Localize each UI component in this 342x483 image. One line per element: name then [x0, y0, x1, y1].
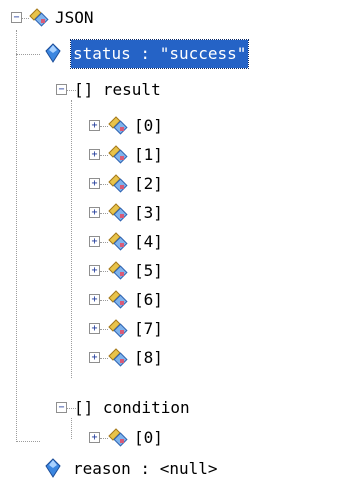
- tree-node-result-item[interactable]: + [2]: [0, 170, 342, 198]
- tree-label-condition-0[interactable]: [0]: [132, 424, 165, 452]
- object-node-icon: [108, 232, 128, 251]
- expand-toggle-result-4[interactable]: +: [89, 236, 100, 247]
- tree-node-result-item[interactable]: + [8]: [0, 344, 342, 372]
- object-node-icon: [108, 145, 128, 164]
- tree-label-root[interactable]: JSON: [53, 4, 96, 32]
- tree-node-result-item[interactable]: + [3]: [0, 199, 342, 227]
- tree-node-result-item[interactable]: + [0]: [0, 112, 342, 140]
- collapse-toggle-root[interactable]: −: [11, 12, 22, 23]
- tree-node-reason[interactable]: reason : <null>: [0, 455, 342, 483]
- expand-toggle-result-8[interactable]: +: [89, 352, 100, 363]
- expand-toggle-result-7[interactable]: +: [89, 323, 100, 334]
- object-node-icon: [108, 174, 128, 193]
- tree-node-root[interactable]: − JSON: [0, 4, 342, 32]
- tree-node-result-item[interactable]: + [5]: [0, 257, 342, 285]
- tree-label-result-6[interactable]: [6]: [132, 286, 165, 314]
- object-node-icon: [108, 348, 128, 367]
- tree-label-result-2[interactable]: [2]: [132, 170, 165, 198]
- tree-label-result-0[interactable]: [0]: [132, 112, 165, 140]
- expand-toggle-result-0[interactable]: +: [89, 120, 100, 131]
- tree-node-result-item[interactable]: + [1]: [0, 141, 342, 169]
- tree-label-result[interactable]: [] result: [72, 76, 163, 104]
- tree-node-result-item[interactable]: + [4]: [0, 228, 342, 256]
- tree-label-result-7[interactable]: [7]: [132, 315, 165, 343]
- object-node-icon: [29, 8, 49, 27]
- collapse-toggle-condition[interactable]: −: [56, 402, 67, 413]
- object-node-icon: [108, 261, 128, 280]
- tree-label-result-1[interactable]: [1]: [132, 141, 165, 169]
- expand-toggle-condition-0[interactable]: +: [89, 432, 100, 443]
- tree-node-status[interactable]: status : "success": [0, 39, 342, 69]
- property-value-icon: [45, 458, 61, 478]
- tree-label-result-8[interactable]: [8]: [132, 344, 165, 372]
- expand-toggle-result-6[interactable]: +: [89, 294, 100, 305]
- json-tree-view: − JSON status : "success" − [] result + …: [0, 0, 342, 483]
- tree-label-reason[interactable]: reason : <null>: [71, 455, 220, 483]
- expand-toggle-result-1[interactable]: +: [89, 149, 100, 160]
- tree-label-result-5[interactable]: [5]: [132, 257, 165, 285]
- tree-label-result-3[interactable]: [3]: [132, 199, 165, 227]
- object-node-icon: [108, 428, 128, 447]
- collapse-toggle-result[interactable]: −: [56, 84, 67, 95]
- tree-node-result-item[interactable]: + [6]: [0, 286, 342, 314]
- tree-node-condition-item[interactable]: + [0]: [0, 424, 342, 452]
- tree-node-result-item[interactable]: + [7]: [0, 315, 342, 343]
- object-node-icon: [108, 203, 128, 222]
- tree-label-condition[interactable]: [] condition: [72, 394, 192, 422]
- property-value-icon: [45, 43, 61, 63]
- tree-label-status[interactable]: status : "success": [69, 39, 250, 69]
- object-node-icon: [108, 290, 128, 309]
- tree-node-condition[interactable]: − [] condition: [0, 394, 342, 422]
- expand-toggle-result-3[interactable]: +: [89, 207, 100, 218]
- tree-label-result-4[interactable]: [4]: [132, 228, 165, 256]
- object-node-icon: [108, 116, 128, 135]
- expand-toggle-result-2[interactable]: +: [89, 178, 100, 189]
- expand-toggle-result-5[interactable]: +: [89, 265, 100, 276]
- object-node-icon: [108, 319, 128, 338]
- tree-node-result[interactable]: − [] result: [0, 76, 342, 104]
